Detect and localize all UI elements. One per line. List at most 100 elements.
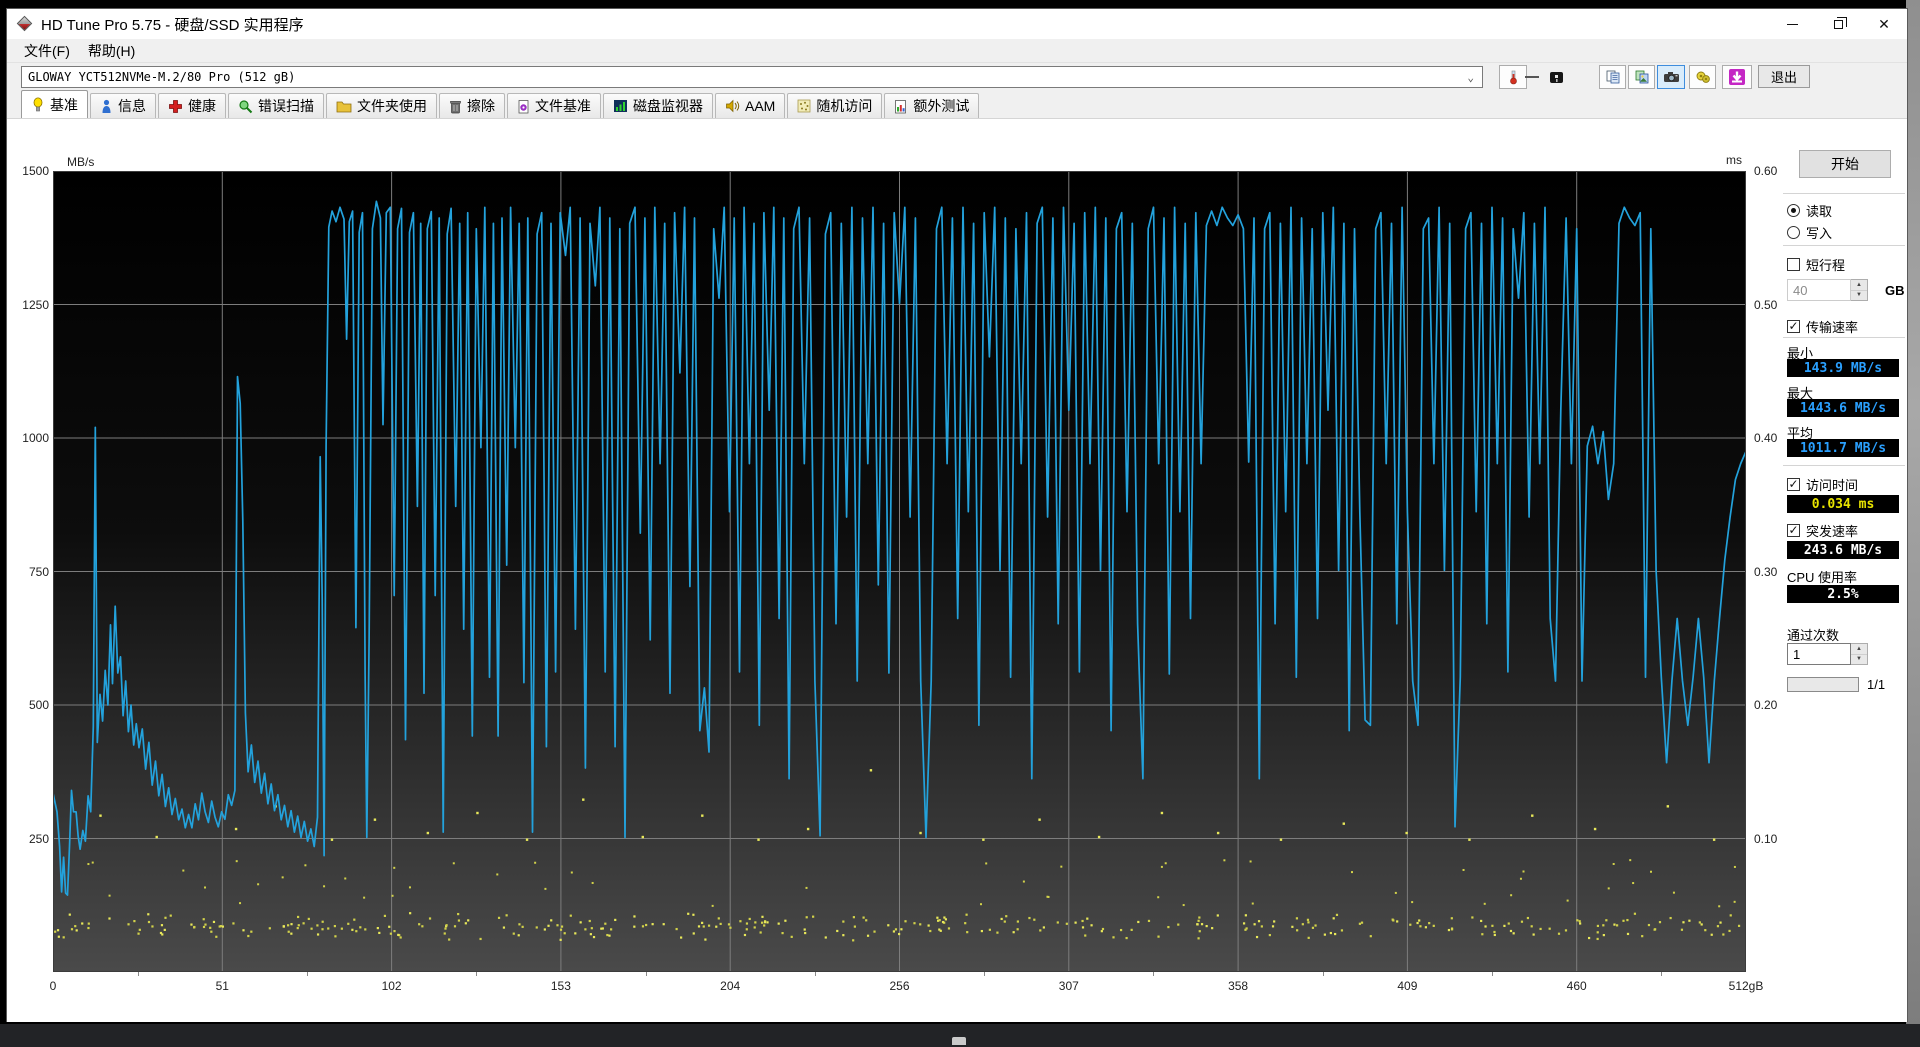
access-time-checkbox[interactable]: ✓ [1787,478,1800,491]
tab-random-access[interactable]: 随机访问 [787,93,883,118]
copy-text-button[interactable] [1599,65,1626,89]
temperature-button[interactable] [1499,65,1527,89]
capacity-spinner[interactable]: ▲▼ [1787,279,1868,301]
access-time-row[interactable]: ✓ 访问时间 [1787,475,1858,494]
tab-error-scan[interactable]: 错误扫描 [228,93,324,118]
minimize-button[interactable] [1769,9,1815,39]
menu-file[interactable]: 文件(F) [15,39,79,63]
tab-extra-tests[interactable]: 额外测试 [884,93,980,118]
x-minor-tick [1153,972,1155,976]
app-logo-icon [16,15,33,32]
read-radio-label: 读取 [1806,204,1833,219]
short-stroke-checkbox[interactable] [1787,258,1800,271]
y-left-tick-label: 1500 [22,164,49,178]
restore-button[interactable] [1815,9,1861,39]
x-tick-label: 204 [720,979,741,993]
capacity-spinner-arrows[interactable]: ▲ ▼ [1851,279,1868,301]
menu-help[interactable]: 帮助(H) [79,39,144,63]
short-stroke-label: 短行程 [1806,258,1846,273]
separator [1783,245,1905,246]
spin-down-icon[interactable]: ▼ [1851,654,1867,664]
close-button[interactable]: ✕ [1861,9,1907,39]
health-cross-icon [169,99,182,113]
capacity-input[interactable] [1787,279,1851,301]
exit-button[interactable]: 退出 [1758,65,1810,88]
screenshot-button[interactable] [1657,65,1685,89]
copy-icon [1606,70,1619,84]
tab-file-benchmark[interactable]: 文件基准 [507,93,601,118]
copy-image-button[interactable] [1628,65,1655,89]
x-tick-label: 102 [381,979,402,993]
separator [1783,465,1905,466]
spin-up-icon[interactable]: ▲ [1851,280,1867,291]
tab-disk-monitor[interactable]: 磁盘监视器 [603,93,713,118]
y-left-tick-label: 500 [28,698,49,712]
read-radio[interactable] [1787,204,1800,217]
short-stroke-row[interactable]: 短行程 [1787,255,1845,274]
separator [1783,193,1905,194]
write-radio[interactable] [1787,226,1800,239]
x-minor-tick [476,972,478,976]
tab-info[interactable]: 信息 [90,93,156,118]
cpu-usage-label: CPU 使用率 [1787,570,1858,585]
benchmark-chart: MB/s ms 1500 1250 1000 750 500 250 0.60 0.50 0.4… [7,119,1777,1022]
file-benchmark-icon [518,99,529,113]
x-minor-tick [814,972,816,976]
transfer-rate-row[interactable]: ✓ 传输速率 [1787,317,1858,336]
chevron-down-icon: ⌄ [1467,70,1474,84]
start-button[interactable]: 开始 [1799,150,1891,178]
read-radio-row[interactable]: 读取 [1787,201,1832,220]
folder-icon [336,101,352,113]
tab-health[interactable]: 健康 [158,93,226,118]
magnifier-icon [239,99,253,113]
pass-count-label: 通过次数 [1787,628,1840,643]
save-results-button[interactable] [1722,65,1752,89]
progress-bar [1787,677,1859,692]
taskbar-icon-sliver[interactable] [952,1037,966,1045]
burst-rate-checkbox[interactable]: ✓ [1787,524,1800,537]
temperature-badge-icon [1549,71,1563,83]
spin-down-icon[interactable]: ▼ [1851,290,1867,300]
spin-up-icon[interactable]: ▲ [1851,644,1867,655]
tab-benchmark[interactable]: 基准 [21,90,88,118]
y-left-unit: MB/s [67,155,95,169]
extra-tests-icon [895,99,907,113]
pass-progress: 1/1 [1787,677,1885,692]
max-value: 1443.6 MB/s [1787,399,1899,417]
x-tick-label: 358 [1228,979,1249,993]
thermometer-icon [1510,70,1517,85]
burst-rate-label: 突发速率 [1806,524,1859,539]
x-minor-tick [1322,972,1324,976]
options-button[interactable] [1689,65,1716,89]
x-minor-tick [1492,972,1494,976]
tab-aam[interactable]: AAM [715,93,786,118]
x-tick-label: 307 [1058,979,1079,993]
pass-count-spinner-arrows[interactable]: ▲ ▼ [1851,643,1868,665]
x-tick-label: 153 [550,979,571,993]
transfer-rate-label: 传输速率 [1806,320,1859,335]
write-radio-row[interactable]: 写入 [1787,223,1832,242]
taskbar[interactable] [0,1024,1920,1047]
pass-count-spinner[interactable]: ▲▼ [1787,643,1868,665]
drive-selector-value: GLOWAY YCT512NVMe-M.2/80 Pro (512 gB) [28,70,296,84]
tab-erase[interactable]: 擦除 [439,93,505,118]
avg-value: 1011.7 MB/s [1787,439,1899,457]
x-tick-label: 512gB [1728,979,1764,993]
disk-monitor-icon [614,100,627,112]
close-icon: ✕ [1878,16,1890,32]
burst-rate-row[interactable]: ✓ 突发速率 [1787,521,1858,540]
x-tick-label: 409 [1397,979,1418,993]
y-left-tick-label: 1250 [22,297,49,312]
x-tick-label: 460 [1566,979,1587,993]
tab-folder-usage[interactable]: 文件夹使用 [326,93,437,118]
temperature-badge [1545,65,1567,89]
options-icon [1696,71,1710,83]
transfer-rate-checkbox[interactable]: ✓ [1787,320,1800,333]
x-minor-tick [1661,972,1663,976]
y-right-tick-label: 0.10 [1754,831,1778,846]
temperature-dash [1525,76,1539,78]
drive-selector[interactable]: GLOWAY YCT512NVMe-M.2/80 Pro (512 gB) ⌄ [21,66,1483,88]
menubar: 文件(F) 帮助(H) [7,39,1907,63]
pass-count-input[interactable] [1787,643,1851,665]
restore-icon [1833,16,1847,29]
